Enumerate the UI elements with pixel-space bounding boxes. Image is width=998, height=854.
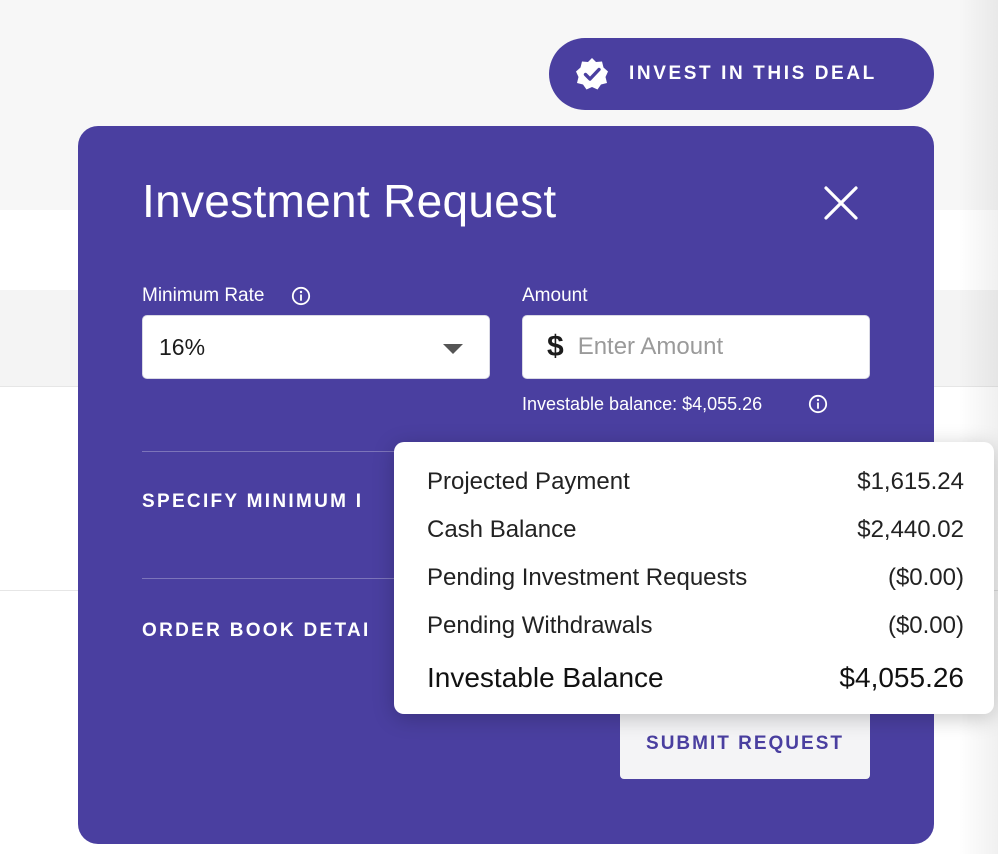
invest-in-this-deal-button[interactable]: INVEST IN THIS DEAL (549, 38, 934, 110)
tooltip-row-value: ($0.00) (887, 564, 964, 591)
tooltip-row: Pending Investment Requests ($0.00) (427, 554, 964, 602)
minimum-rate-select[interactable]: 16% (142, 315, 490, 379)
order-book-details-section-toggle[interactable]: ORDER BOOK DETAI (142, 620, 371, 642)
verified-badge-icon (576, 58, 608, 90)
dollar-icon: $ (547, 330, 564, 363)
info-icon[interactable] (291, 286, 311, 306)
tooltip-row: Projected Payment $1,615.24 (427, 458, 964, 506)
tooltip-row-label: Pending Investment Requests (427, 564, 748, 591)
info-icon[interactable] (808, 394, 828, 414)
scroll-shadow (958, 0, 998, 854)
amount-label: Amount (522, 285, 588, 306)
tooltip-total-row: Investable Balance $4,055.26 (427, 650, 964, 706)
tooltip-row-value: $2,440.02 (857, 516, 964, 543)
tooltip-row-label: Cash Balance (427, 516, 577, 543)
tooltip-total-label: Investable Balance (427, 662, 664, 693)
minimum-rate-label: Minimum Rate (142, 285, 265, 306)
submit-request-button[interactable]: SUBMIT REQUEST (620, 709, 870, 779)
tooltip-row: Pending Withdrawals ($0.00) (427, 602, 964, 650)
amount-input[interactable] (575, 332, 850, 362)
close-icon[interactable] (822, 184, 860, 222)
tooltip-row: Cash Balance $2,440.02 (427, 506, 964, 554)
tooltip-row-label: Projected Payment (427, 468, 630, 495)
tooltip-row-label: Pending Withdrawals (427, 612, 653, 639)
investable-balance-tooltip: Projected Payment $1,615.24 Cash Balance… (394, 442, 994, 714)
tooltip-row-value: $1,615.24 (857, 468, 964, 495)
investable-balance-note: Investable balance: $4,055.26 (522, 394, 763, 414)
chevron-down-icon (443, 344, 463, 354)
minimum-rate-value: 16% (159, 333, 206, 360)
invest-button-label: INVEST IN THIS DEAL (629, 63, 877, 84)
amount-field[interactable]: $ (522, 315, 870, 379)
tooltip-total-value: $4,055.26 (839, 662, 964, 693)
modal-title: Investment Request (142, 175, 557, 227)
tooltip-row-value: ($0.00) (887, 612, 964, 639)
specify-minimum-section-toggle[interactable]: SPECIFY MINIMUM I (142, 491, 363, 513)
